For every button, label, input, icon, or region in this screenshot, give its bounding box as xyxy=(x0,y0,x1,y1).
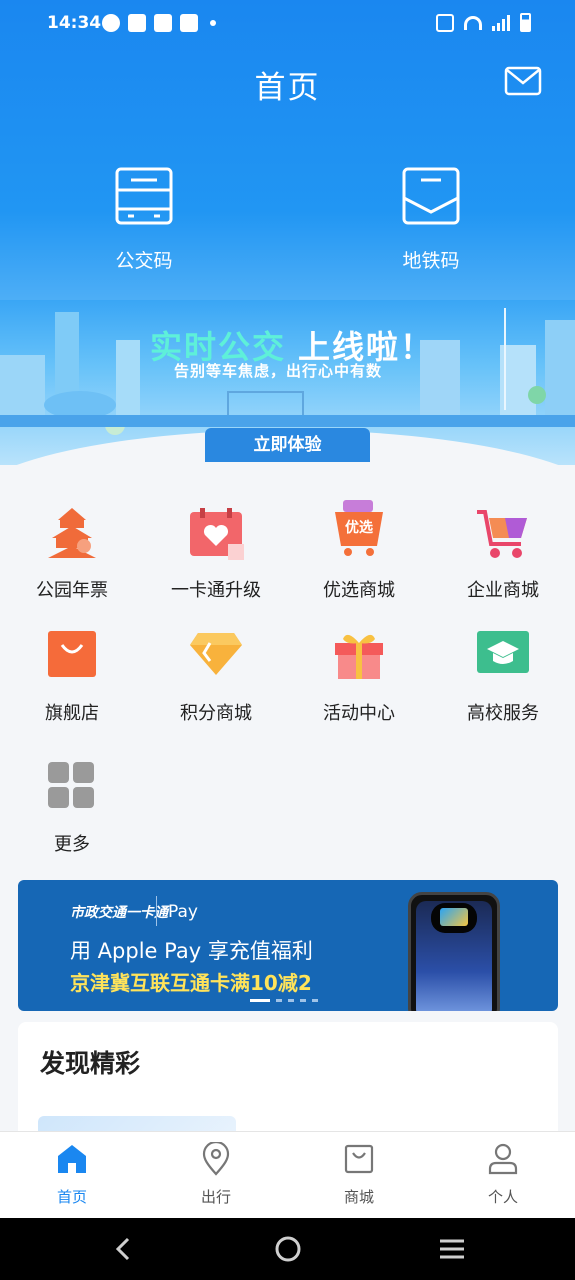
tab-travel[interactable]: 出行 xyxy=(144,1142,288,1212)
timer-icon xyxy=(102,14,120,32)
system-icons xyxy=(436,13,531,32)
apple-pay-banner[interactable]: 市政交通一卡通 Pay 用 Apple Pay 享充值福利 京津冀互联互通卡满1… xyxy=(18,880,558,1011)
bus-code-button[interactable]: 公交码 xyxy=(69,166,219,276)
phone-illustration xyxy=(408,892,500,1011)
service-label: 高校服务 xyxy=(467,703,539,724)
service-flagship-store[interactable]: 旗舰店 xyxy=(0,629,144,739)
discover-title: 发现精彩 xyxy=(40,1049,141,1078)
logo-divider xyxy=(156,896,157,926)
service-more[interactable]: 更多 xyxy=(0,760,144,870)
tab-label: 个人 xyxy=(487,1188,518,1206)
shopping-bag-icon xyxy=(344,1144,374,1174)
tab-home[interactable]: 首页 xyxy=(0,1142,144,1212)
bus-code-icon xyxy=(115,167,173,225)
recent-apps-icon[interactable] xyxy=(438,1235,466,1263)
discover-section: 发现精彩 xyxy=(18,1022,558,1146)
back-icon[interactable] xyxy=(110,1235,138,1263)
realtime-bus-banner[interactable]: 实时公交 上线啦！ 告别等车焦虑，出行心中有数 立即体验 xyxy=(0,300,575,465)
pay-banner-headline: 用 Apple Pay 享充值福利 xyxy=(70,939,313,963)
page-title: 首页 xyxy=(254,70,321,106)
status-bar: 14:34 xyxy=(0,0,575,46)
try-now-button[interactable]: 立即体验 xyxy=(205,428,370,462)
home-circle-icon[interactable] xyxy=(274,1235,302,1263)
shopping-cart-icon xyxy=(477,510,527,558)
service-label: 活动中心 xyxy=(323,703,395,724)
graduation-cap-icon xyxy=(477,631,529,673)
tab-label: 商城 xyxy=(343,1188,374,1206)
gift-icon xyxy=(335,634,383,679)
calendar-heart-icon xyxy=(190,508,244,560)
store-bag-icon xyxy=(48,631,96,677)
service-label: 一卡通升级 xyxy=(171,580,261,601)
battery-icon xyxy=(520,13,531,32)
person-icon xyxy=(488,1143,518,1175)
pager-dot xyxy=(276,999,282,1002)
pay-banner-offer: 京津冀互联互通卡满10减2 xyxy=(70,971,312,995)
notification-icons xyxy=(102,14,216,32)
notification-mail-icon xyxy=(128,14,146,32)
service-card-upgrade[interactable]: 一卡通升级 xyxy=(144,506,288,616)
tab-profile[interactable]: 个人 xyxy=(431,1142,575,1212)
service-activity-center[interactable]: 活动中心 xyxy=(287,629,431,739)
mail-icon xyxy=(504,66,542,96)
pager-dot xyxy=(312,999,318,1002)
shopping-bag-icon: 优选 xyxy=(335,500,383,556)
bus-code-label: 公交码 xyxy=(115,250,173,272)
vibrate-icon xyxy=(436,13,454,32)
more-notifications-icon xyxy=(210,20,216,26)
status-time: 14:34 xyxy=(47,13,102,33)
bottom-tab-bar: 首页 出行 商城 个人 xyxy=(0,1131,575,1218)
signal-icon xyxy=(492,14,510,31)
grid-more-icon xyxy=(48,762,94,808)
service-label: 旗舰店 xyxy=(45,703,99,724)
service-label: 公园年票 xyxy=(36,580,108,601)
service-enterprise-mall[interactable]: 企业商城 xyxy=(431,506,575,616)
pager-dot xyxy=(288,999,294,1002)
transit-card-logo: 市政交通一卡通 xyxy=(70,905,168,921)
pager-dot-active xyxy=(250,999,270,1002)
service-label: 积分商城 xyxy=(180,703,252,724)
service-park-annual-pass[interactable]: 公园年票 xyxy=(0,506,144,616)
banner-pager xyxy=(250,999,318,1002)
service-label: 更多 xyxy=(54,834,90,855)
tab-mall[interactable]: 商城 xyxy=(287,1142,431,1212)
pager-dot xyxy=(300,999,306,1002)
metro-code-icon xyxy=(402,167,460,225)
pagoda-icon xyxy=(48,508,96,558)
service-university[interactable]: 高校服务 xyxy=(431,629,575,739)
service-preferred-mall[interactable]: 优选 优选商城 xyxy=(287,500,431,610)
metro-code-label: 地铁码 xyxy=(402,250,460,272)
apple-pay-logo: Pay xyxy=(168,902,198,922)
message-button[interactable] xyxy=(504,66,542,96)
tab-label: 出行 xyxy=(200,1188,231,1206)
svg-text:优选: 优选 xyxy=(345,519,373,536)
service-points-mall[interactable]: 积分商城 xyxy=(144,629,288,739)
service-label: 企业商城 xyxy=(467,580,539,601)
service-label: 优选商城 xyxy=(323,580,395,601)
banner-subtitle: 告别等车焦虑，出行心中有数 xyxy=(174,362,383,380)
diamond-icon xyxy=(190,633,242,675)
wifi-icon xyxy=(464,15,482,30)
notification-mail-icon xyxy=(180,14,198,32)
home-icon xyxy=(58,1145,86,1173)
metro-code-button[interactable]: 地铁码 xyxy=(356,166,506,276)
location-pin-icon xyxy=(202,1142,230,1176)
notification-mail-icon xyxy=(154,14,172,32)
system-navigation-bar xyxy=(0,1218,575,1280)
tab-label: 首页 xyxy=(56,1188,87,1206)
